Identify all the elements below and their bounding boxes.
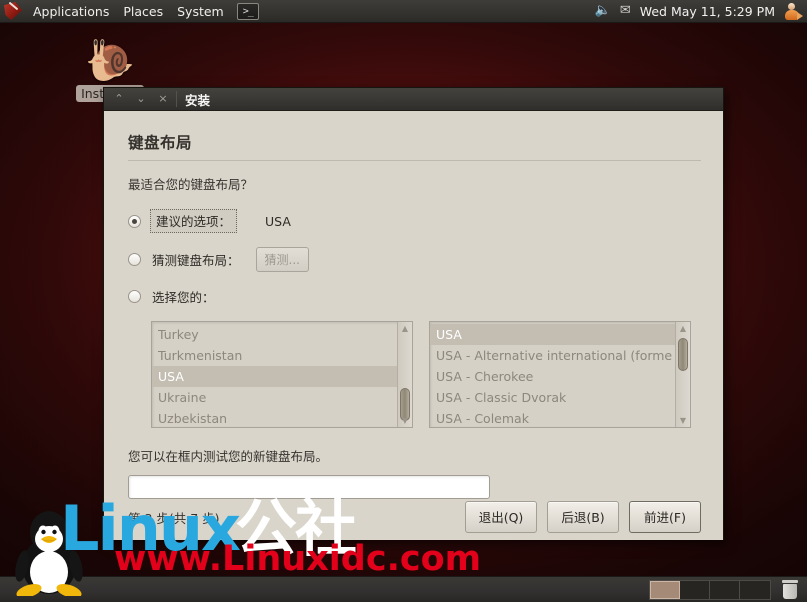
trash-icon[interactable] bbox=[781, 579, 799, 600]
clock[interactable]: Wed May 11, 5:29 PM bbox=[640, 4, 775, 19]
installer-window: ⌃ ⌄ × 安装 键盘布局 最适合您的键盘布局？ 建议的选项： USA 猜测键盘… bbox=[103, 87, 724, 540]
bottom-panel bbox=[0, 576, 807, 602]
title-separator bbox=[176, 91, 177, 107]
back-button[interactable]: 后退(B) bbox=[547, 501, 619, 533]
distro-logo-icon[interactable] bbox=[1, 0, 25, 22]
desktop: 🐌 Install Ba Applications Places System … bbox=[0, 0, 807, 602]
quit-button[interactable]: 退出(Q) bbox=[465, 501, 537, 533]
scroll-down-icon[interactable]: ▼ bbox=[676, 414, 690, 427]
dialog-footer: 第 3 步(共 7 步) 退出(Q) 后退(B) 前进(F) bbox=[128, 501, 701, 533]
test-input[interactable] bbox=[128, 475, 490, 499]
variant-list-wrap: USA USA - Alternative international (for… bbox=[429, 321, 691, 428]
radio-row-guess[interactable]: 猜测键盘布局： 猜测... bbox=[128, 247, 701, 272]
radio-label-choose: 选择您的： bbox=[152, 290, 215, 305]
menu-places[interactable]: Places bbox=[116, 1, 170, 22]
workspace-2[interactable] bbox=[680, 580, 710, 599]
list-item[interactable]: USA bbox=[430, 324, 675, 345]
workspace-1[interactable] bbox=[650, 580, 680, 599]
radio-guess[interactable] bbox=[128, 253, 141, 266]
scrollbar-track[interactable] bbox=[678, 336, 688, 413]
workspace-switcher[interactable] bbox=[649, 579, 771, 600]
watermark-url: www.Linuxidc.com bbox=[114, 539, 482, 579]
footer-buttons: 退出(Q) 后退(B) 前进(F) bbox=[465, 501, 701, 533]
menu-applications[interactable]: Applications bbox=[26, 1, 116, 22]
menu-system[interactable]: System bbox=[170, 1, 231, 22]
page-title: 键盘布局 bbox=[128, 134, 193, 152]
scroll-up-icon[interactable]: ▲ bbox=[676, 322, 690, 335]
suggested-layout-value: USA bbox=[265, 213, 291, 229]
list-item[interactable]: USA - Classic Dvorak bbox=[430, 387, 675, 408]
scrollbar-track[interactable] bbox=[400, 336, 410, 421]
radio-row-suggested[interactable]: 建议的选项： USA bbox=[128, 209, 701, 233]
list-item[interactable]: USA - Alternative international (forme bbox=[430, 345, 675, 366]
envelope-icon[interactable]: ✉ bbox=[620, 4, 631, 18]
step-indicator: 第 3 步(共 7 步) bbox=[128, 510, 220, 526]
forward-button[interactable]: 前进(F) bbox=[629, 501, 701, 533]
guess-button[interactable]: 猜测... bbox=[255, 247, 309, 272]
tux-mascot-icon bbox=[15, 511, 83, 596]
radio-choose[interactable] bbox=[128, 290, 141, 303]
close-button[interactable]: × bbox=[152, 90, 174, 108]
list-item[interactable]: Turkmenistan bbox=[152, 345, 397, 366]
radio-label-suggested: 建议的选项： bbox=[150, 209, 238, 233]
user-avatar-icon[interactable] bbox=[784, 2, 803, 20]
maximize-button[interactable]: ⌄ bbox=[130, 90, 152, 108]
radio-suggested[interactable] bbox=[128, 214, 141, 228]
top-panel: Applications Places System >_ 🔈 ✉ Wed Ma… bbox=[0, 0, 807, 23]
workspace-3[interactable] bbox=[710, 580, 740, 599]
dialog-body: 键盘布局 最适合您的键盘布局？ 建议的选项： USA 猜测键盘布局： 猜测... bbox=[104, 111, 723, 540]
list-item[interactable]: USA bbox=[152, 366, 397, 387]
panel-status-area: 🔈 ✉ Wed May 11, 5:29 PM bbox=[595, 2, 807, 20]
keyboard-lists: Turkey Turkmenistan USA Ukraine Uzbekist… bbox=[151, 321, 701, 428]
window-title-bar[interactable]: ⌃ ⌄ × 安装 bbox=[104, 88, 723, 111]
variant-list-scrollbar[interactable]: ▲ ▼ bbox=[675, 322, 690, 427]
list-item[interactable]: USA - Colemak bbox=[430, 408, 675, 427]
minimize-button[interactable]: ⌃ bbox=[108, 90, 130, 108]
page-question: 最适合您的键盘布局？ bbox=[128, 177, 254, 192]
variant-list[interactable]: USA USA - Alternative international (for… bbox=[430, 322, 675, 427]
dragon-icon: 🐌 bbox=[85, 38, 135, 84]
scroll-down-icon[interactable]: ▼ bbox=[398, 414, 412, 427]
list-item[interactable]: USA - Cherokee bbox=[430, 366, 675, 387]
country-list-scrollbar[interactable]: ▲ ▼ bbox=[397, 322, 412, 427]
heading-divider bbox=[128, 160, 701, 161]
scrollbar-thumb[interactable] bbox=[678, 338, 688, 371]
test-area-label: 您可以在框内测试您的新键盘布局。 bbox=[128, 449, 329, 464]
country-list[interactable]: Turkey Turkmenistan USA Ukraine Uzbekist… bbox=[152, 322, 397, 427]
radio-label-guess: 猜测键盘布局： bbox=[152, 253, 240, 268]
radio-row-choose[interactable]: 选择您的： bbox=[128, 286, 701, 307]
window-title: 安装 bbox=[185, 92, 211, 108]
list-item[interactable]: Turkey bbox=[152, 324, 397, 345]
country-list-wrap: Turkey Turkmenistan USA Ukraine Uzbekist… bbox=[151, 321, 413, 428]
terminal-launcher-icon[interactable]: >_ bbox=[236, 2, 259, 20]
list-item[interactable]: Uzbekistan bbox=[152, 408, 397, 427]
scroll-up-icon[interactable]: ▲ bbox=[398, 322, 412, 335]
workspace-4[interactable] bbox=[740, 581, 770, 599]
list-item[interactable]: Ukraine bbox=[152, 387, 397, 408]
volume-icon[interactable]: 🔈 bbox=[595, 4, 611, 18]
